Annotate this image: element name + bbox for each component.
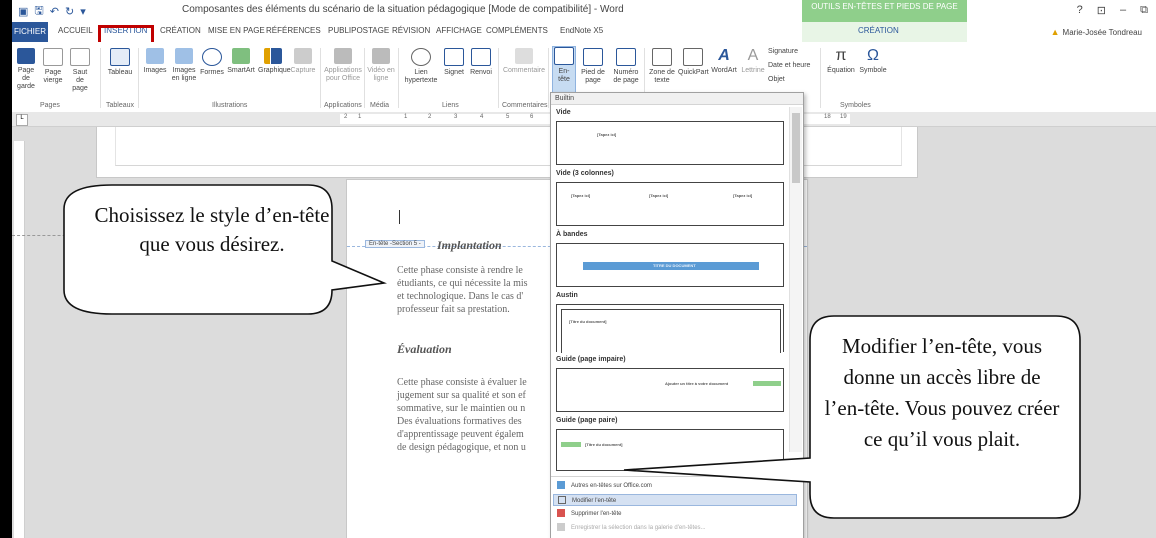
callout-right-text: Modifier l’en-tête, vous donne un accès … <box>824 334 1060 451</box>
word-window: ▣ 🖫 ↶ ↻ ▾ Composantes des éléments du sc… <box>12 0 1156 538</box>
callout-shapes <box>63 184 1081 519</box>
callout-left-text: Choisissez le style d’en-tête que vous d… <box>94 203 330 256</box>
